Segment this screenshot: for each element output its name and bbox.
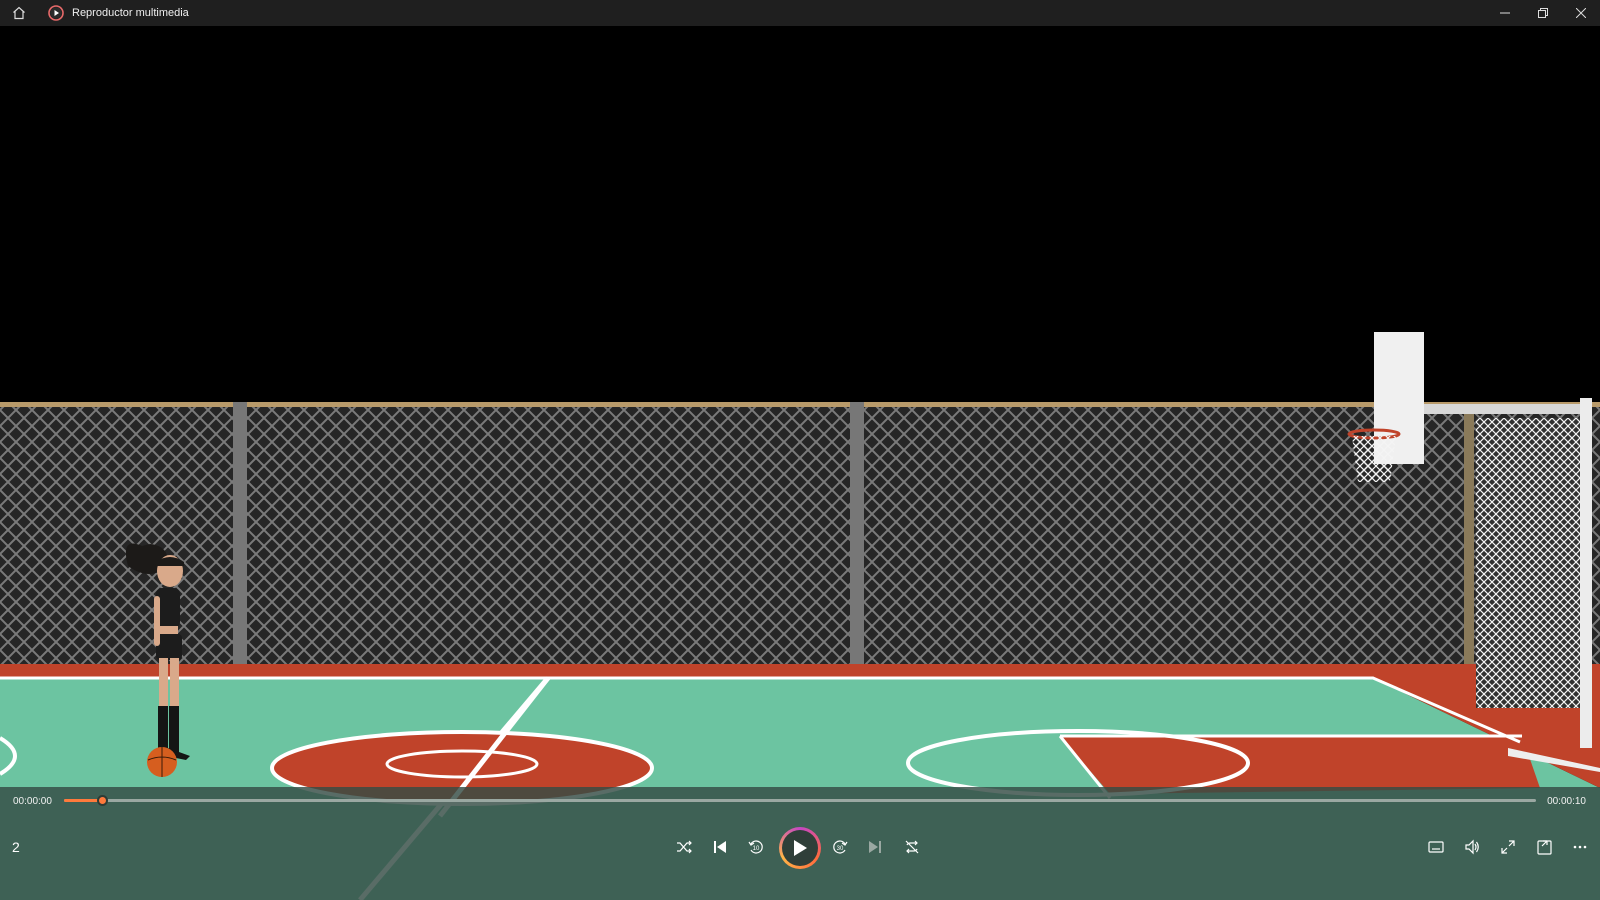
seek-bar[interactable] xyxy=(64,795,1536,806)
subtitles-icon xyxy=(1428,841,1444,853)
previous-icon xyxy=(714,841,726,853)
more-options-button[interactable] xyxy=(1564,831,1596,863)
skip-forward-30-button[interactable]: 30 xyxy=(824,831,856,863)
restore-icon xyxy=(1538,8,1548,18)
duration: 00:00:10 xyxy=(1547,796,1586,807)
volume-icon xyxy=(1465,839,1479,855)
skip-forward-30-icon: 30 xyxy=(833,840,848,854)
skip-forward-label: 30 xyxy=(837,846,844,852)
play-icon xyxy=(794,840,807,856)
media-player-icon xyxy=(48,5,64,21)
mini-player-icon xyxy=(1536,839,1552,855)
video-frame xyxy=(0,332,1600,900)
play-button[interactable] xyxy=(779,827,821,869)
close-button[interactable] xyxy=(1562,0,1600,26)
minimize-icon xyxy=(1500,12,1510,14)
playback-controls: 00:00:00 00:00:10 2 10 30 xyxy=(0,787,1600,900)
playlist-counter: 2 xyxy=(12,839,20,855)
window-title: Reproductor multimedia xyxy=(72,7,189,19)
title-bar: Reproductor multimedia xyxy=(0,0,1600,26)
previous-button[interactable] xyxy=(704,831,736,863)
seek-bar-thumb[interactable] xyxy=(97,795,109,806)
volume-button[interactable] xyxy=(1456,831,1488,863)
minimize-button[interactable] xyxy=(1486,0,1524,26)
next-icon xyxy=(869,841,881,853)
repeat-off-icon xyxy=(905,840,919,854)
repeat-button[interactable] xyxy=(896,831,928,863)
close-icon xyxy=(1576,8,1586,18)
current-time: 00:00:00 xyxy=(13,796,52,807)
shuffle-icon xyxy=(677,840,692,854)
video-viewport[interactable] xyxy=(0,26,1600,900)
shuffle-button[interactable] xyxy=(668,831,700,863)
fullscreen-icon xyxy=(1501,840,1515,854)
skip-back-10-icon: 10 xyxy=(748,840,763,854)
fullscreen-button[interactable] xyxy=(1492,831,1524,863)
subtitles-button[interactable] xyxy=(1420,831,1452,863)
more-icon xyxy=(1573,845,1587,849)
next-button[interactable] xyxy=(859,831,891,863)
skip-back-label: 10 xyxy=(753,846,760,852)
restore-button[interactable] xyxy=(1524,0,1562,26)
mini-player-button[interactable] xyxy=(1528,831,1560,863)
home-button[interactable] xyxy=(0,0,38,26)
home-icon xyxy=(13,6,25,20)
skip-back-10-button[interactable]: 10 xyxy=(740,831,772,863)
